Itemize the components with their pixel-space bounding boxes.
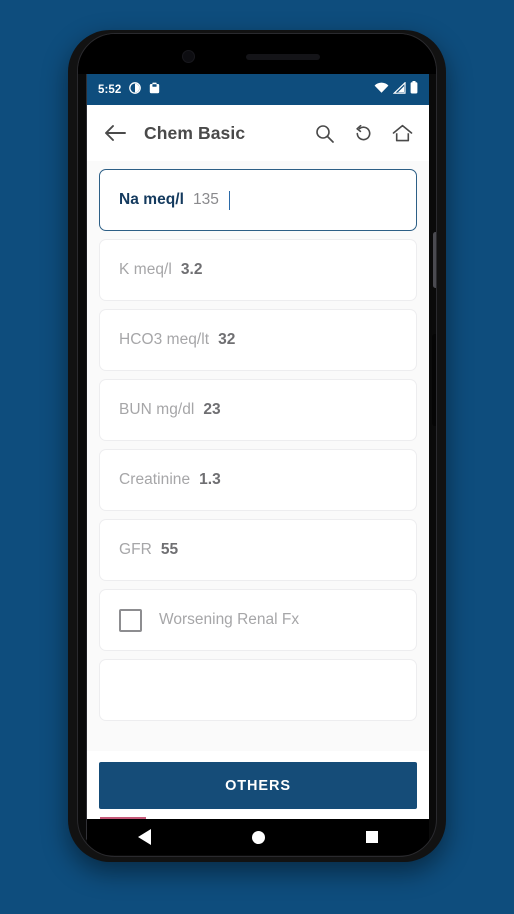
field-row-worsening-renal-fx[interactable]: Worsening Renal Fx xyxy=(99,589,417,651)
bottom-action-bar: OTHERS xyxy=(87,751,429,819)
home-icon[interactable] xyxy=(391,122,413,144)
field-row-gfr[interactable]: GFR 55 xyxy=(99,519,417,581)
front-camera-icon xyxy=(182,50,195,63)
field-value: 1.3 xyxy=(199,471,221,488)
page-title: Chem Basic xyxy=(144,122,246,143)
status-time: 5:52 xyxy=(98,83,122,96)
others-button[interactable]: OTHERS xyxy=(99,762,417,809)
checkbox-label: Worsening Renal Fx xyxy=(159,611,300,628)
field-label: HCO3 meq/lt xyxy=(119,331,210,348)
android-nav-bar xyxy=(87,819,429,855)
field-value: 135 xyxy=(193,191,219,208)
field-value: 32 xyxy=(218,331,236,348)
nav-back-button[interactable] xyxy=(127,820,161,854)
field-value: 55 xyxy=(160,541,179,558)
do-not-disturb-icon xyxy=(129,81,142,99)
home-circle-icon xyxy=(251,830,265,844)
cellular-signal-icon xyxy=(392,80,406,99)
field-value: 23 xyxy=(203,401,221,418)
search-icon[interactable] xyxy=(313,122,335,144)
phone-screen: 5:52 Chem Basic Na meq/l 135 K meq/l 3.2… xyxy=(87,74,429,819)
app-bar: Chem Basic xyxy=(87,105,429,161)
wifi-icon xyxy=(374,81,389,99)
reset-icon[interactable] xyxy=(352,122,374,144)
device-body: 5:52 Chem Basic Na meq/l 135 K meq/l 3.2… xyxy=(77,33,437,857)
volume-button[interactable] xyxy=(433,232,436,288)
text-caret xyxy=(228,190,231,210)
app-bar-actions xyxy=(313,122,416,144)
screenshot-icon xyxy=(149,81,160,99)
nav-recents-button[interactable] xyxy=(355,820,389,854)
device-top-bezel xyxy=(78,34,436,74)
back-button[interactable] xyxy=(100,118,130,148)
phone-device: 5:52 Chem Basic Na meq/l 135 K meq/l 3.2… xyxy=(68,30,446,862)
field-label: Creatinine xyxy=(119,471,191,488)
field-label: K meq/l xyxy=(119,261,172,278)
status-bar-left: 5:52 xyxy=(98,81,160,99)
field-row-hco3[interactable]: HCO3 meq/lt 32 xyxy=(99,309,417,371)
back-triangle-icon xyxy=(137,829,151,845)
nav-home-button[interactable] xyxy=(241,820,275,854)
field-label: Na meq/l xyxy=(119,191,185,208)
field-value: 3.2 xyxy=(180,261,203,278)
recents-square-icon xyxy=(366,831,378,843)
earpiece-speaker xyxy=(246,54,320,60)
battery-icon xyxy=(410,80,418,99)
status-bar: 5:52 xyxy=(87,74,429,105)
field-row-creatinine[interactable]: Creatinine 1.3 xyxy=(99,449,417,511)
field-label: BUN mg/dl xyxy=(119,401,195,418)
field-row-partial[interactable] xyxy=(99,659,417,721)
field-row-k[interactable]: K meq/l 3.2 xyxy=(99,239,417,301)
field-label: GFR xyxy=(119,541,152,558)
back-arrow-icon xyxy=(105,125,126,141)
power-button[interactable] xyxy=(432,334,436,426)
status-bar-right xyxy=(374,80,418,99)
worsening-renal-fx-checkbox[interactable] xyxy=(119,608,142,632)
field-row-na[interactable]: Na meq/l 135 xyxy=(99,169,417,231)
field-row-bun[interactable]: BUN mg/dl 23 xyxy=(99,379,417,441)
lab-values-form: Na meq/l 135 K meq/l 3.2 HCO3 meq/lt 32 … xyxy=(87,161,429,819)
